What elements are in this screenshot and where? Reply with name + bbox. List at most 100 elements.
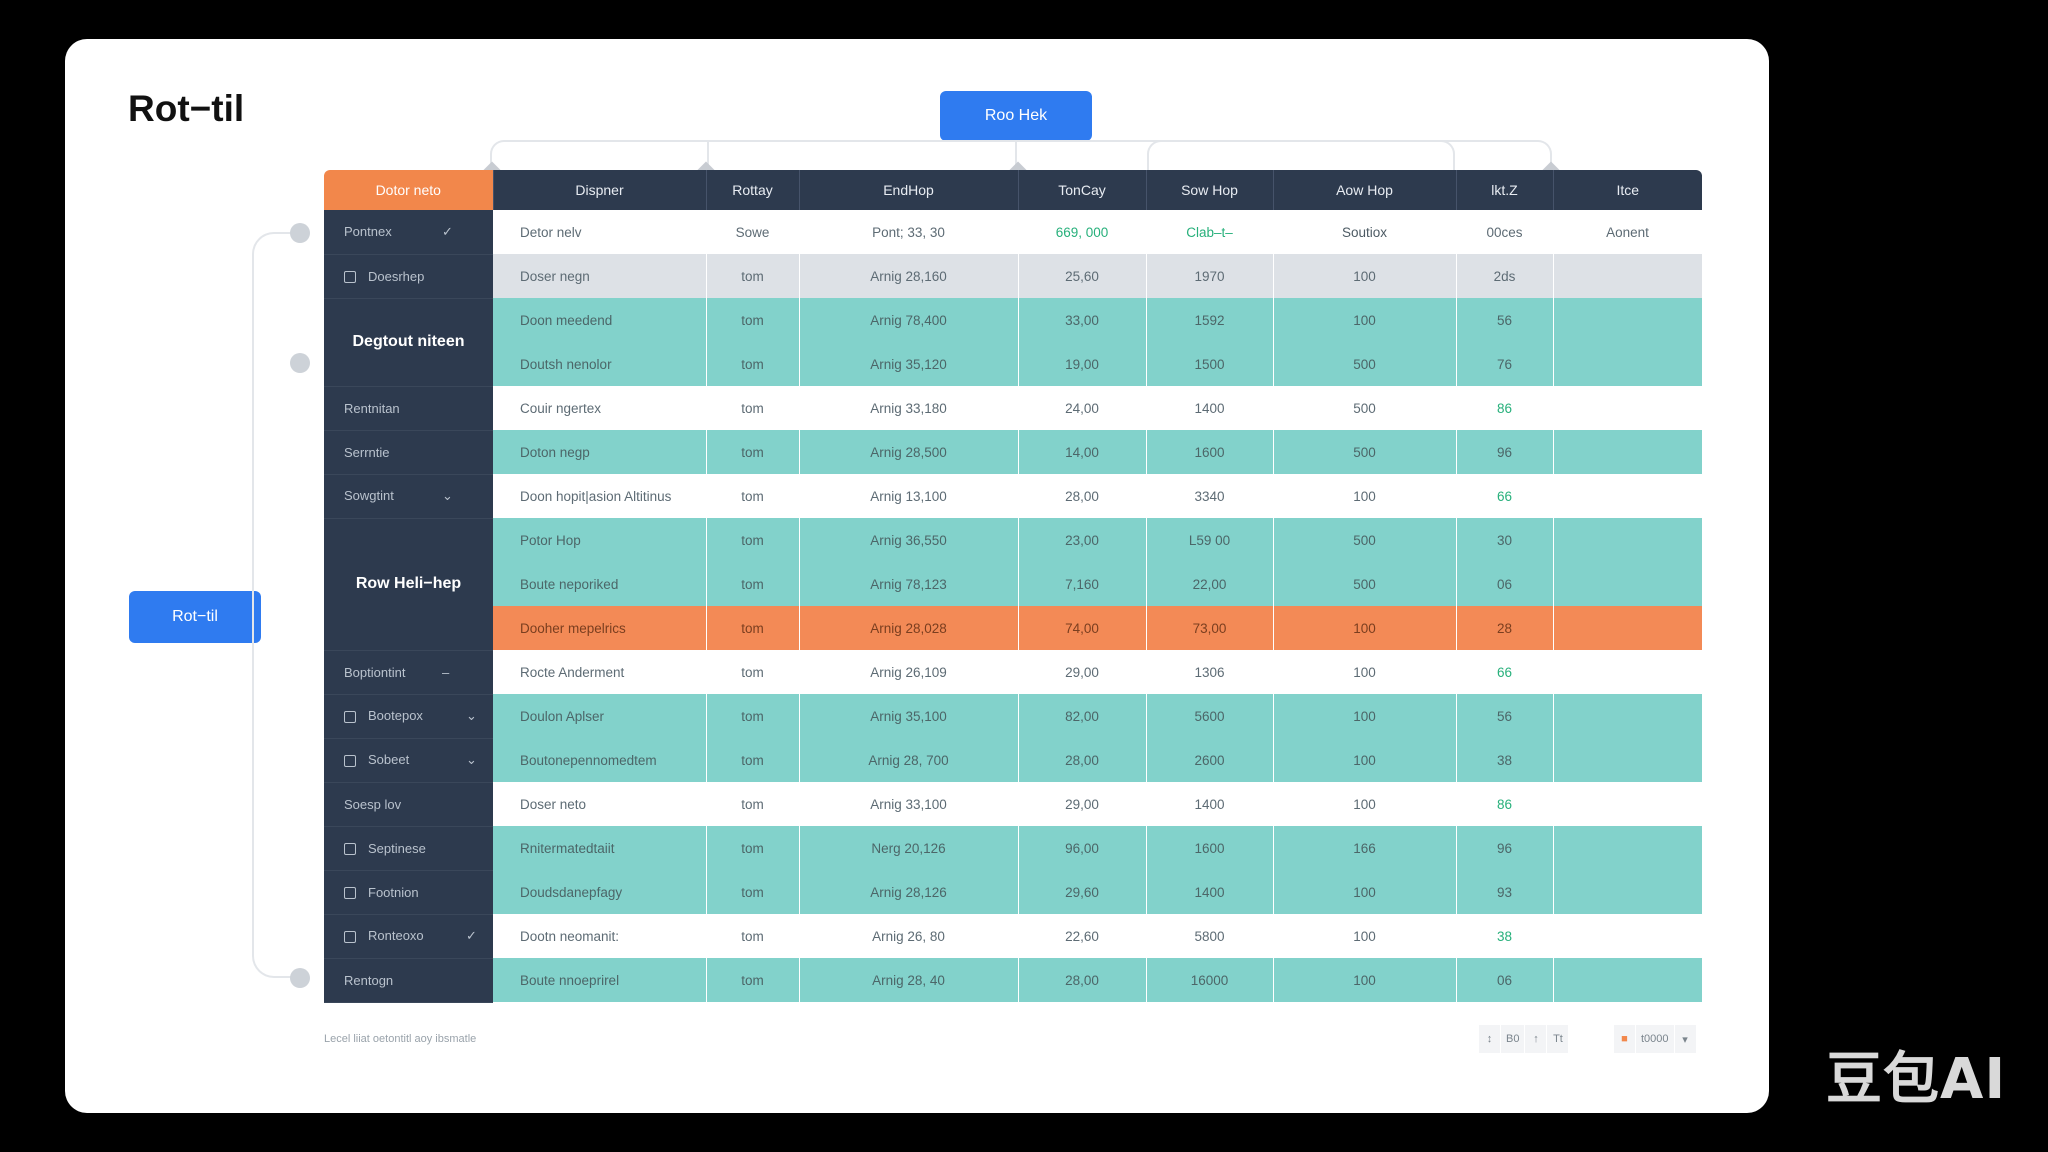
table-cell: 96 — [1456, 430, 1554, 474]
table-cell: 73,00 — [1146, 606, 1274, 650]
table-row[interactable]: Bootepox ⌄ Doulon Aplser tom Arnig 35,100 82,… — [324, 694, 1702, 739]
row-label[interactable]: Septinese — [324, 826, 493, 871]
chevron-down-icon[interactable]: ⌄ — [466, 708, 480, 724]
collapse-icon[interactable]: – — [442, 665, 456, 680]
table-cell: 500 — [1273, 518, 1457, 562]
row-label[interactable]: Pontnex ✓ — [324, 210, 493, 255]
table-row[interactable]: Boptiontint – Rocte Anderment tom Arnig 26,1… — [324, 650, 1703, 695]
table-cell — [1553, 782, 1703, 826]
page-size-selector[interactable]: ■ t0000 ▾ — [1614, 1025, 1697, 1053]
table-cell: Nerg 20,126 — [799, 826, 1019, 870]
row-label[interactable]: Serrntie — [324, 430, 493, 475]
column-header[interactable]: Sow Hop — [1146, 170, 1274, 210]
row-label[interactable]: Rentnitan — [324, 386, 493, 431]
row-group-label[interactable]: Degtout niteen — [324, 298, 493, 387]
page-size-dropdown-icon[interactable]: ▾ — [1674, 1025, 1697, 1053]
top-action-button[interactable]: Roo Hek — [940, 91, 1092, 141]
row-label[interactable]: Sobeet ⌄ — [324, 738, 493, 783]
pager-button[interactable]: ↑ — [1525, 1025, 1548, 1053]
table-cell: Doton negp — [493, 430, 707, 474]
row-checkbox[interactable] — [344, 754, 356, 767]
column-header[interactable]: EndHop — [799, 170, 1019, 210]
table-row[interactable]: Boute neporiked tom Arnig 78,123 7,160 22,00… — [324, 562, 1702, 606]
table-row[interactable]: Soesp lov Doser neto tom Arnig 33,100 29,00 1… — [324, 782, 1703, 827]
row-label[interactable]: Footnion — [324, 870, 493, 915]
column-header[interactable]: Rottay — [706, 170, 800, 210]
table-cell: 29,00 — [1018, 650, 1147, 694]
row-group-label[interactable]: Row Heli−hep — [324, 518, 493, 651]
connector-dot — [290, 968, 310, 988]
table-cell: 33,00 — [1018, 298, 1147, 342]
table-row[interactable]: Sowgtint ⌄ Doon hopit|asion Altitinus tom Ar… — [324, 474, 1703, 519]
column-header[interactable]: TonCay — [1018, 170, 1147, 210]
table-cell — [1553, 958, 1702, 1002]
table-cell: tom — [706, 298, 800, 342]
pager-button[interactable]: Tt — [1547, 1025, 1570, 1053]
pager-button[interactable]: B0 — [1501, 1025, 1526, 1053]
table-cell: 28,00 — [1018, 958, 1147, 1002]
table-row[interactable]: Row Heli−hep Potor Hop tom Arnig 36,550 23,0… — [324, 518, 1702, 651]
column-header[interactable]: Itce — [1553, 170, 1702, 210]
table-cell: 22,00 — [1146, 562, 1274, 606]
pager-button[interactable]: ↕ — [1479, 1025, 1501, 1053]
table-row[interactable]: Doesrhep Doser negn tom Arnig 28,160 25,60 19… — [324, 254, 1703, 299]
table-row[interactable]: Pontnex ✓ Detor nelv Sowe Pont; 33, 30 669, 0… — [324, 210, 1703, 255]
table-cell: tom — [706, 254, 800, 298]
table-row[interactable]: Rentnitan Couir ngertex tom Arnig 33,180 24,… — [324, 386, 1703, 431]
table-row[interactable]: Rentogn Boute nnoeprirel tom Arnig 28, 40 28… — [324, 958, 1702, 1003]
column-header[interactable]: lkt.Z — [1456, 170, 1554, 210]
table-cell: Arnig 28,028 — [799, 606, 1019, 650]
row-checkbox[interactable] — [344, 930, 356, 943]
chevron-down-icon[interactable]: ⌄ — [442, 488, 456, 504]
table-row[interactable]: Ronteoxo ✓ Dootn neomanit: tom Arnig 26, 80 2… — [324, 914, 1703, 959]
table-cell — [1553, 342, 1702, 386]
table-cell: Arnig 35,100 — [799, 694, 1019, 738]
table-cell: 100 — [1273, 474, 1457, 518]
row-label[interactable]: Soesp lov — [324, 782, 493, 827]
side-action-button[interactable]: Rot−til — [129, 591, 261, 643]
table-cell: Dootn neomanit: — [493, 914, 707, 958]
row-checkbox[interactable] — [344, 843, 356, 856]
table-cell: 28,00 — [1018, 738, 1147, 782]
table-cell: 2600 — [1146, 738, 1274, 782]
table-cell: tom — [706, 782, 800, 826]
column-header[interactable]: Dotor neto — [324, 170, 494, 210]
table-cell: Doulon Aplser — [493, 694, 707, 738]
row-label[interactable]: Ronteoxo ✓ — [324, 914, 493, 959]
page-size-value[interactable]: t0000 — [1636, 1025, 1675, 1053]
column-header[interactable]: Aow Hop — [1273, 170, 1457, 210]
row-label[interactable]: Boptiontint – — [324, 650, 493, 695]
row-label[interactable]: Doesrhep — [324, 254, 493, 299]
table-cell: 25,60 — [1018, 254, 1147, 298]
table-row[interactable]: Degtout niteen Doon meedend tom Arnig 78,40… — [324, 298, 1702, 387]
table-cell: 1600 — [1146, 826, 1274, 870]
table-row[interactable]: Doutsh nenolor tom Arnig 35,120 19,00 1500 50… — [324, 342, 1702, 386]
table-cell: 56 — [1456, 298, 1554, 342]
table-row[interactable]: Footnion Doudsdanepfagy tom Arnig 28,126 29,… — [324, 870, 1702, 915]
row-label-text: Soesp lov — [344, 796, 402, 812]
check-icon[interactable]: ✓ — [442, 224, 456, 240]
row-checkbox[interactable] — [344, 887, 356, 900]
table-cell: Doon meedend — [493, 298, 707, 342]
table-row[interactable]: Dooher mepelrics tom Arnig 28,028 74,00 73,0… — [324, 606, 1703, 650]
table-cell: 82,00 — [1018, 694, 1147, 738]
table-cell — [1553, 650, 1703, 694]
page-title: Rot−til — [128, 88, 245, 129]
table-row[interactable]: Septinese Rnitermatedtaiit tom Nerg 20,126 9… — [324, 826, 1702, 871]
table-cell: Dooher mepelrics — [493, 606, 707, 650]
table-row[interactable]: Serrntie Doton negp tom Arnig 28,500 14,00 16… — [324, 430, 1702, 475]
chevron-down-icon[interactable]: ⌄ — [466, 752, 480, 768]
table-cell: Boutonepennomedtem — [493, 738, 707, 782]
table-row[interactable]: Sobeet ⌄ Boutonepennomedtem tom Arnig 28, 70… — [324, 738, 1702, 783]
table-cell: 100 — [1273, 870, 1457, 914]
row-label[interactable]: Sowgtint ⌄ — [324, 474, 493, 519]
row-label[interactable]: Bootepox ⌄ — [324, 694, 493, 739]
column-header[interactable]: Dispner — [493, 170, 707, 210]
check-icon[interactable]: ✓ — [466, 928, 480, 944]
table-cell: 22,60 — [1018, 914, 1147, 958]
row-label[interactable]: Rentogn — [324, 958, 493, 1003]
row-checkbox[interactable] — [344, 271, 356, 284]
row-checkbox[interactable] — [344, 710, 356, 723]
table-cell: Arnig 28, 40 — [799, 958, 1019, 1002]
table-cell: Detor nelv — [493, 210, 707, 254]
